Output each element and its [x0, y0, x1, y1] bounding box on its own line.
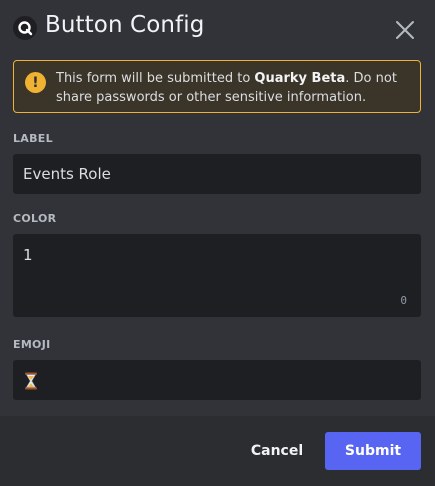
- quarky-logo-icon: [13, 16, 37, 40]
- exclamation-icon: !: [25, 72, 46, 93]
- character-count: 0: [400, 294, 407, 307]
- close-icon: [396, 21, 414, 39]
- modal-title: Button Config: [45, 12, 205, 38]
- submit-button[interactable]: Submit: [325, 432, 421, 470]
- modal-footer: Cancel Submit: [0, 416, 435, 486]
- label-input-value: Events Role: [23, 165, 111, 183]
- emoji-input[interactable]: [13, 360, 421, 400]
- warning-notice: ! This form will be submitted to Quarky …: [13, 60, 421, 113]
- warning-text-before: This form will be submitted to: [56, 71, 255, 86]
- label-field-label: LABEL: [13, 132, 53, 145]
- warning-app-name: Quarky Beta: [254, 71, 346, 86]
- emoji-field-label: EMOJI: [13, 338, 51, 351]
- color-textarea[interactable]: 1 0: [13, 234, 421, 317]
- cancel-button[interactable]: Cancel: [243, 432, 311, 470]
- color-field-label: COLOR: [13, 212, 57, 225]
- color-textarea-value: 1: [23, 246, 33, 264]
- hourglass-icon: [25, 372, 37, 390]
- button-config-modal: Button Config ! This form will be submit…: [0, 0, 435, 486]
- exclamation-glyph: !: [32, 74, 39, 91]
- warning-text: This form will be submitted to Quarky Be…: [56, 69, 411, 107]
- label-input[interactable]: Events Role: [13, 154, 421, 194]
- close-button[interactable]: [393, 18, 417, 42]
- modal-header: Button Config: [0, 0, 435, 58]
